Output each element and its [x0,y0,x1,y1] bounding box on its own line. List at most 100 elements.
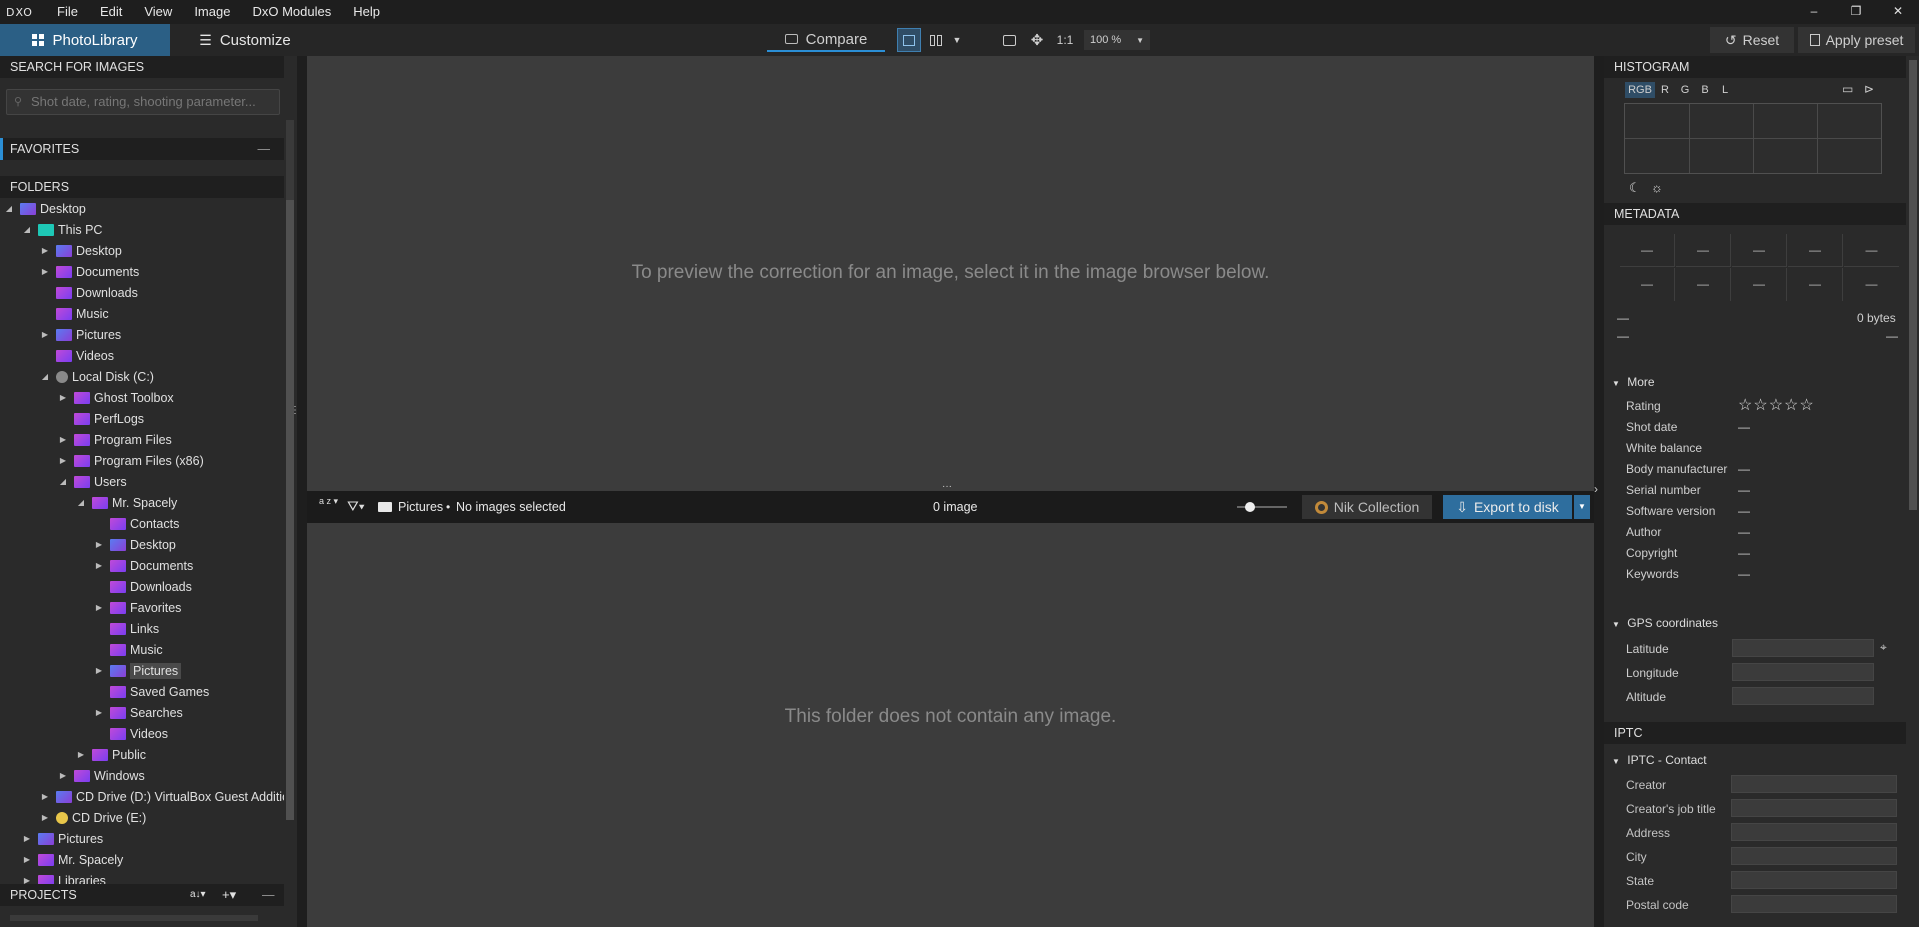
crop-button[interactable] [997,28,1021,52]
caret-right-icon[interactable]: ▶ [40,813,50,822]
histogram-tab-r[interactable]: R [1658,82,1672,98]
monitor-icon[interactable]: ▭ [1842,82,1853,96]
view-dropdown[interactable]: ▼ [950,28,964,52]
tree-item[interactable]: ▶ Pictures [94,660,182,681]
tree-item[interactable]: ▶ Mr. Spacely [22,849,123,870]
export-to-disk-button[interactable]: ⇩ Export to disk [1443,495,1572,519]
tree-item[interactable]: Downloads [94,576,192,597]
tree-item[interactable]: ▶ Desktop [94,534,176,555]
caret-down-icon[interactable]: ◢ [58,477,68,486]
tree-item[interactable]: Music [94,639,163,660]
iptc-field-input[interactable] [1731,799,1897,817]
right-scrollbar-thumb[interactable] [1909,60,1917,510]
caret-down-icon[interactable]: ◢ [4,204,14,213]
caret-right-icon[interactable]: ▶ [40,792,50,801]
iptc-field-input[interactable] [1731,847,1897,865]
tree-item[interactable]: ◢ This PC [22,219,103,240]
caret-right-icon[interactable]: ▶ [40,246,50,255]
iptc-field-input[interactable] [1731,775,1897,793]
iptc-field-input[interactable] [1731,823,1897,841]
soft-proof-icon[interactable]: ⊳ [1864,82,1874,96]
gps-field-input[interactable] [1732,663,1874,681]
left-scrollbar-thumb[interactable] [286,200,294,820]
highlight-clipping-icon[interactable]: ☼ [1651,180,1663,195]
tree-item[interactable]: ▶ Public [76,744,146,765]
tree-item[interactable]: ◢ Users [58,471,127,492]
gps-section-toggle[interactable]: ▼ GPS coordinates [1612,616,1718,630]
rating-stars[interactable]: ☆☆☆☆☆ [1738,395,1815,415]
collapse-right-panel-icon[interactable]: › [1594,482,1602,496]
iptc-field-input[interactable] [1731,895,1897,913]
caret-right-icon[interactable]: ▶ [94,540,104,549]
caret-right-icon[interactable]: ▶ [22,855,32,864]
search-input[interactable]: ⚲ Shot date, rating, shooting parameter.… [6,89,280,115]
tree-item[interactable]: PerfLogs [58,408,144,429]
menu-file[interactable]: File [46,0,89,24]
tree-item[interactable]: ▶ Pictures [40,324,121,345]
filter-button[interactable]: ⛛▾ [347,498,365,515]
viewer-splitter-handle[interactable]: ··· [942,482,956,492]
menu-image[interactable]: Image [183,0,241,24]
tree-item[interactable]: Saved Games [94,681,209,702]
apply-preset-button[interactable]: Apply preset [1798,27,1915,53]
tree-item[interactable]: ▶ CD Drive (E:) [40,807,146,828]
favorites-header[interactable]: FAVORITES — [0,138,284,160]
reset-button[interactable]: ↺ Reset [1710,27,1794,53]
tab-photolibrary[interactable]: PhotoLibrary [0,24,170,56]
caret-right-icon[interactable]: ▶ [94,708,104,717]
zoom-select[interactable]: 100 % ▼ [1084,30,1150,50]
caret-down-icon[interactable]: ◢ [22,225,32,234]
tree-item[interactable]: ▶ CD Drive (D:) VirtualBox Guest Addition [40,786,284,807]
tree-item[interactable]: Music [40,303,109,324]
caret-right-icon[interactable]: ▶ [76,750,86,759]
split-view-button[interactable] [924,28,948,52]
caret-right-icon[interactable]: ▶ [58,435,68,444]
iptc-contact-toggle[interactable]: ▼ IPTC - Contact [1612,753,1707,767]
histogram-tab-b[interactable]: B [1698,82,1712,98]
menu-dxo-modules[interactable]: DxO Modules [241,0,342,24]
tree-item[interactable]: ▶ Searches [94,702,183,723]
zoom-1to1-button[interactable]: 1:1 [1052,28,1078,52]
tree-item[interactable]: ▶ Documents [94,555,193,576]
sort-icon[interactable]: a↓▾ [190,884,206,906]
tree-item[interactable]: Links [94,618,159,639]
caret-right-icon[interactable]: ▶ [58,393,68,402]
histogram-tab-g[interactable]: G [1678,82,1692,98]
tree-item[interactable]: ▶ Pictures [22,828,103,849]
tree-item[interactable]: ▶ Windows [58,765,145,786]
histogram-tab-rgb[interactable]: RGB [1625,82,1655,98]
tree-item[interactable]: ▶ Program Files [58,429,172,450]
caret-right-icon[interactable]: ▶ [94,603,104,612]
tree-item[interactable]: ▶ Favorites [94,597,181,618]
caret-right-icon[interactable]: ▶ [58,771,68,780]
tree-item[interactable]: Downloads [40,282,138,303]
left-panel-splitter-handle[interactable]: ⋮ [290,406,300,424]
add-project-icon[interactable]: +▾ [222,884,236,906]
compare-button[interactable]: Compare [767,28,885,52]
export-dropdown[interactable]: ▼ [1574,495,1590,519]
tree-item[interactable]: ▶ Ghost Toolbox [58,387,174,408]
tree-item[interactable]: ◢ Desktop [4,198,86,219]
sort-button[interactable]: a z ▾ [319,497,345,506]
collapse-icon[interactable]: — [262,884,275,906]
thumbnail-size-slider[interactable] [1237,502,1287,512]
single-view-button[interactable] [897,28,921,52]
caret-right-icon[interactable]: ▶ [58,456,68,465]
tab-customize[interactable]: ☰ Customize [170,24,320,56]
restore-button[interactable]: ❐ [1835,0,1877,24]
left-hscrollbar[interactable] [10,915,258,921]
thumbnail-size-slider-knob[interactable] [1245,502,1255,512]
tree-item[interactable]: ▶ Documents [40,261,139,282]
caret-right-icon[interactable]: ▶ [94,561,104,570]
more-section-toggle[interactable]: ▼ More [1612,375,1655,389]
tree-item[interactable]: Videos [94,723,168,744]
tree-item[interactable]: Contacts [94,513,179,534]
minimize-button[interactable]: – [1793,0,1835,24]
caret-right-icon[interactable]: ▶ [40,267,50,276]
map-pin-icon[interactable]: ⌖ [1880,640,1887,655]
gps-field-input[interactable] [1732,639,1874,657]
iptc-field-input[interactable] [1731,871,1897,889]
nik-collection-button[interactable]: Nik Collection [1302,495,1432,519]
caret-right-icon[interactable]: ▶ [40,330,50,339]
gps-field-input[interactable] [1732,687,1874,705]
